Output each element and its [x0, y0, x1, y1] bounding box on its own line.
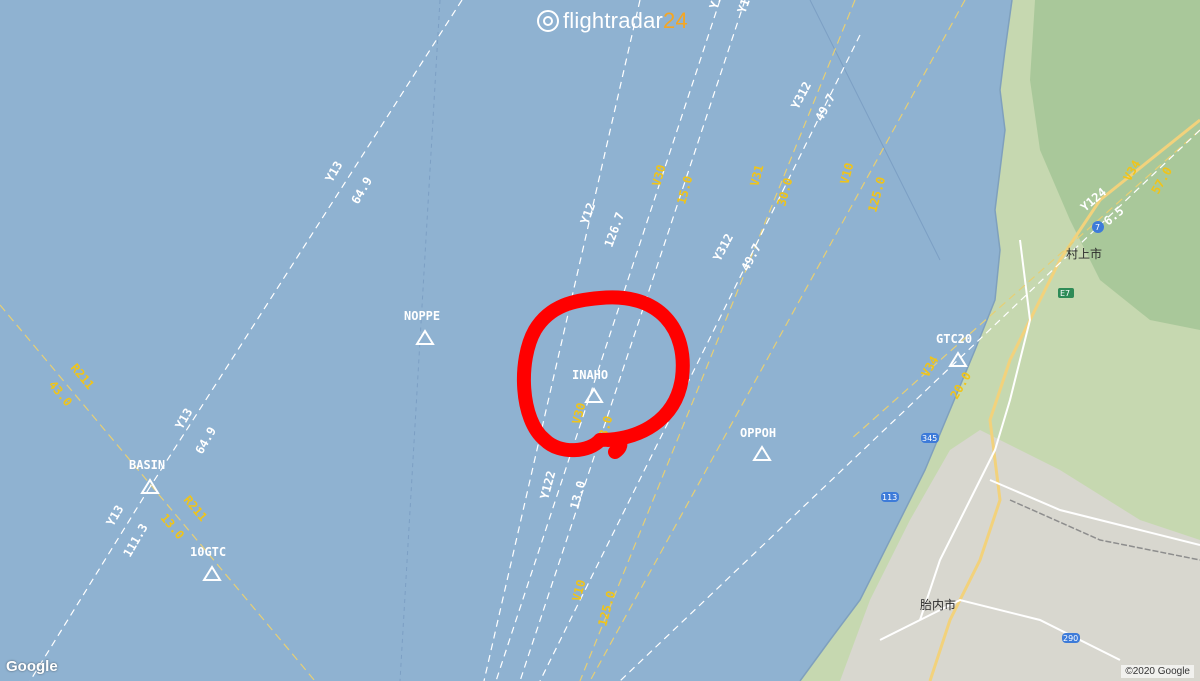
map-view[interactable]: Y13 64.9 Y13 64.9 Y13 111.3 Y12 126.7 Y3… [0, 0, 1200, 681]
town-label: 胎内市 [920, 597, 956, 612]
waypoint-label: 10GTC [190, 545, 226, 559]
map-canvas[interactable]: Y13 64.9 Y13 64.9 Y13 111.3 Y12 126.7 Y3… [0, 0, 1200, 681]
waypoint-label: INAHO [572, 368, 608, 382]
waypoint-label: OPPOH [740, 426, 776, 440]
radar-icon [537, 10, 559, 32]
waypoint-label: NOPPE [404, 309, 440, 323]
google-logo: Google [6, 658, 58, 675]
road-shield: 345 [921, 433, 939, 443]
svg-text:290: 290 [1063, 634, 1078, 643]
map-copyright[interactable]: ©2020 Google [1121, 665, 1194, 678]
road-shield: 290 [1062, 633, 1080, 643]
road-shield: 113 [881, 492, 899, 502]
svg-text:113: 113 [882, 493, 897, 502]
road-shield: 7 [1092, 221, 1104, 233]
waypoint-label: GTC20 [936, 332, 972, 346]
road-shield: E7 [1058, 288, 1074, 298]
svg-text:7: 7 [1095, 223, 1100, 232]
svg-text:E7: E7 [1060, 289, 1070, 298]
brand-name: flightradar24 [563, 8, 688, 33]
svg-text:345: 345 [922, 434, 937, 443]
waypoint-label: BASIN [129, 458, 165, 472]
town-label: 村上市 [1066, 246, 1102, 261]
flightradar24-logo: flightradar24 [537, 8, 688, 34]
